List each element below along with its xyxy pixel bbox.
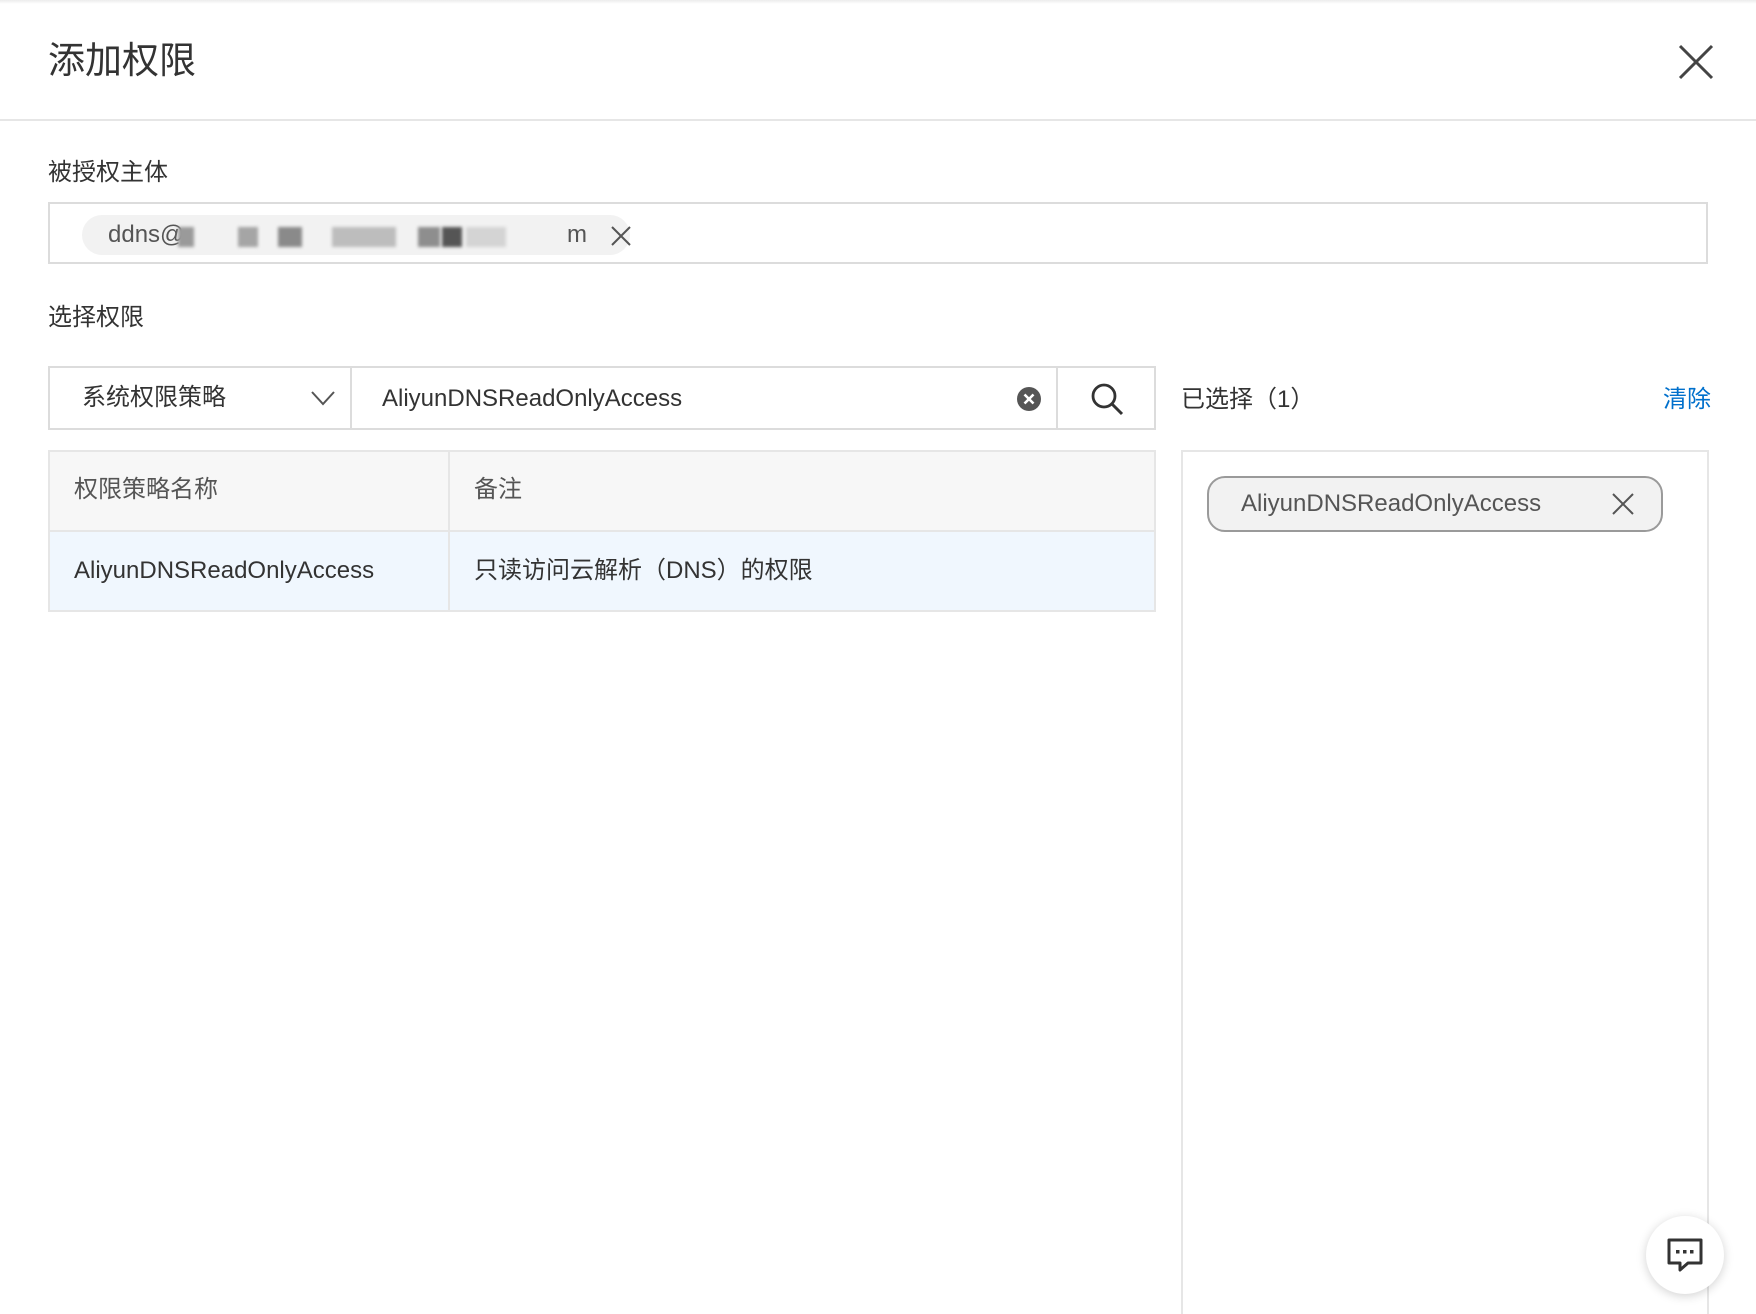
- selected-policy-label: AliyunDNSReadOnlyAccess: [1241, 490, 1542, 517]
- policy-search-input[interactable]: [382, 380, 982, 418]
- grantee-tag: ddns@ m: [82, 215, 632, 255]
- redacted-text: [418, 227, 440, 247]
- table-header: 权限策略名称 备注: [50, 452, 1154, 532]
- selected-count-title: 已选择（1）: [1181, 386, 1315, 413]
- redacted-text: [278, 227, 302, 247]
- policy-name-cell: AliyunDNSReadOnlyAccess: [74, 557, 375, 584]
- remove-selected-icon[interactable]: [1611, 492, 1635, 516]
- header-divider: [0, 119, 1756, 121]
- policy-table: 权限策略名称 备注 AliyunDNSReadOnlyAccess 只读访问云解…: [48, 450, 1156, 612]
- selected-policy-tag: AliyunDNSReadOnlyAccess: [1207, 476, 1663, 532]
- redacted-text: [238, 227, 258, 247]
- redacted-text: [466, 227, 506, 247]
- grantee-tag-suffix: m: [567, 221, 587, 248]
- dialog-title: 添加权限: [48, 40, 196, 81]
- remove-grantee-icon[interactable]: [610, 225, 632, 247]
- clear-circle-icon[interactable]: [1016, 386, 1042, 412]
- top-shadow: [0, 0, 1756, 4]
- redacted-text: [178, 227, 194, 247]
- select-permission-label: 选择权限: [48, 304, 144, 331]
- policy-type-select[interactable]: 系统权限策略: [48, 366, 352, 430]
- search-button[interactable]: [1056, 366, 1156, 430]
- add-permission-dialog: 添加权限 被授权主体 ddns@ m 选择权限 系统权限策略 AliyunDNS…: [0, 0, 1756, 1314]
- close-icon[interactable]: [1676, 42, 1716, 82]
- search-icon: [1091, 383, 1124, 416]
- redacted-text: [332, 227, 396, 247]
- grantee-tag-prefix: ddns@: [108, 221, 185, 248]
- policy-search-field[interactable]: [350, 366, 1058, 430]
- grantee-field[interactable]: ddns@ m: [48, 202, 1708, 264]
- grantee-label: 被授权主体: [48, 159, 168, 186]
- chevron-down-icon: [311, 391, 335, 406]
- clear-selected-link[interactable]: 清除: [1663, 384, 1711, 416]
- policy-note-cell: 只读访问云解析（DNS）的权限: [474, 557, 813, 584]
- selected-panel: AliyunDNSReadOnlyAccess: [1181, 450, 1709, 1314]
- table-row[interactable]: AliyunDNSReadOnlyAccess 只读访问云解析（DNS）的权限: [50, 532, 1154, 610]
- policy-type-value: 系统权限策略: [82, 384, 226, 411]
- column-header-policy-name: 权限策略名称: [74, 476, 218, 503]
- redacted-text: [442, 227, 462, 247]
- chat-button[interactable]: [1646, 1216, 1724, 1294]
- column-header-note: 备注: [474, 476, 522, 503]
- column-divider: [448, 452, 450, 610]
- chat-icon: [1667, 1238, 1703, 1272]
